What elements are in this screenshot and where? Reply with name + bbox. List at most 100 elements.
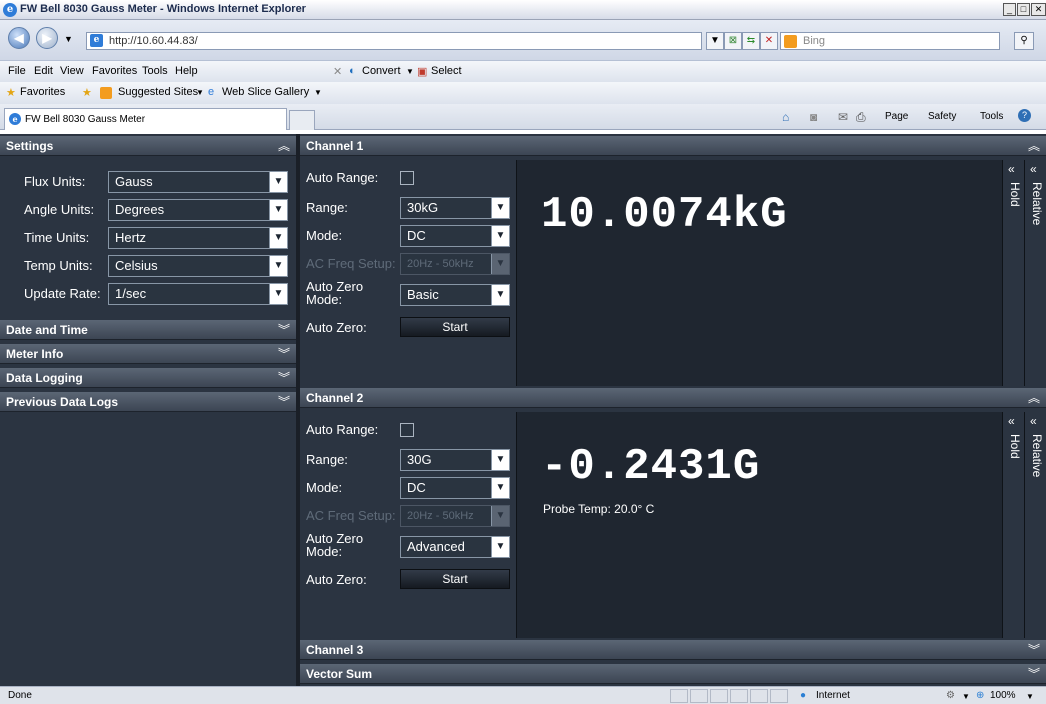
- auto-zero-start-button[interactable]: Start: [400, 569, 510, 589]
- convert-dropdown-icon[interactable]: ▼: [406, 67, 414, 76]
- mode-select[interactable]: DC ▼: [400, 477, 510, 499]
- expand-icon[interactable]: ︾: [278, 344, 290, 364]
- stop-icon[interactable]: ✕: [760, 32, 778, 50]
- menu-favorites[interactable]: Favorites: [92, 65, 137, 77]
- relative-tab[interactable]: « Relative: [1024, 412, 1046, 638]
- auto-zero-mode-select[interactable]: Advanced ▼: [400, 536, 510, 558]
- select-button[interactable]: Select: [431, 65, 462, 77]
- safety-menu[interactable]: Safety: [928, 111, 956, 122]
- search-input[interactable]: Bing: [780, 32, 1000, 50]
- menu-edit[interactable]: Edit: [34, 65, 53, 77]
- protected-dropdown-icon[interactable]: ▼: [962, 692, 970, 701]
- tab-gauss-meter[interactable]: e FW Bell 8030 Gauss Meter: [4, 108, 287, 130]
- zoom-dropdown-icon[interactable]: ▼: [1026, 692, 1034, 701]
- channel-3-header[interactable]: Channel 3 ︾: [300, 640, 1046, 660]
- hold-tab[interactable]: « Hold: [1002, 160, 1024, 386]
- collapse-icon[interactable]: ︽: [1028, 388, 1040, 408]
- menu-view[interactable]: View: [60, 65, 84, 77]
- relative-label: Relative: [1030, 182, 1044, 226]
- chevron-down-icon: ▼: [491, 226, 509, 246]
- feeds-icon[interactable]: ◙: [810, 110, 817, 124]
- search-icon[interactable]: ⚲: [1014, 32, 1034, 50]
- new-tab-button[interactable]: [289, 110, 315, 130]
- web-slice-dropdown-icon[interactable]: ▼: [314, 88, 322, 97]
- history-dropdown-icon[interactable]: ▼: [64, 34, 73, 44]
- relative-tab[interactable]: « Relative: [1024, 160, 1046, 386]
- zoom-level[interactable]: 100%: [990, 690, 1016, 701]
- range-select[interactable]: 30kG ▼: [400, 197, 510, 219]
- web-slice-gallery-link[interactable]: Web Slice Gallery: [222, 86, 309, 98]
- auto-range-label: Auto Range:: [306, 422, 379, 437]
- chevron-down-icon: ▼: [491, 478, 509, 498]
- menu-help[interactable]: Help: [175, 65, 198, 77]
- home-icon[interactable]: ⌂: [782, 110, 789, 124]
- refresh-icon[interactable]: ⇆: [742, 32, 760, 50]
- vector-sum-header[interactable]: Vector Sum ︾: [300, 664, 1046, 684]
- minimize-icon[interactable]: _: [1003, 3, 1016, 16]
- select-icon: ▣: [417, 66, 428, 78]
- expand-icon[interactable]: ︾: [1028, 664, 1040, 684]
- add-favorite-icon[interactable]: ★: [82, 86, 92, 99]
- auto-range-checkbox[interactable]: [400, 171, 414, 185]
- temp-units-select[interactable]: Celsius ▼: [108, 255, 288, 277]
- tools-menu[interactable]: Tools: [980, 111, 1003, 122]
- suggested-sites-link[interactable]: Suggested Sites: [118, 86, 198, 98]
- compat-view-icon[interactable]: ⊠: [724, 32, 742, 50]
- auto-range-checkbox[interactable]: [400, 423, 414, 437]
- mail-icon[interactable]: ✉: [838, 110, 848, 124]
- auto-zero-mode-select[interactable]: Basic ▼: [400, 284, 510, 306]
- update-rate-select[interactable]: 1/sec ▼: [108, 283, 288, 305]
- close-icon[interactable]: ✕: [1031, 3, 1046, 16]
- menu-tools[interactable]: Tools: [142, 65, 168, 77]
- range-select[interactable]: 30G ▼: [400, 449, 510, 471]
- channel-1-header[interactable]: Channel 1 ︽: [300, 136, 1046, 156]
- expand-left-icon: «: [1030, 414, 1037, 428]
- window-title-bar: e FW Bell 8030 Gauss Meter - Windows Int…: [0, 0, 1046, 20]
- channel-title: Channel 1: [306, 139, 364, 153]
- auto-zero-start-button[interactable]: Start: [400, 317, 510, 337]
- page-menu[interactable]: Page: [885, 111, 908, 122]
- protected-mode-icon[interactable]: ⚙: [946, 690, 955, 701]
- forward-button[interactable]: ▶: [36, 27, 58, 49]
- temp-units-value: Celsius: [115, 258, 158, 273]
- time-units-select[interactable]: Hertz ▼: [108, 227, 288, 249]
- favorites-button[interactable]: Favorites: [20, 86, 65, 98]
- angle-units-select[interactable]: Degrees ▼: [108, 199, 288, 221]
- data-logging-header[interactable]: Data Logging ︾: [0, 368, 296, 388]
- flux-units-select[interactable]: Gauss ▼: [108, 171, 288, 193]
- help-icon[interactable]: ?: [1018, 109, 1031, 122]
- back-button[interactable]: ◀: [8, 27, 30, 49]
- expand-icon[interactable]: ︾: [278, 320, 290, 340]
- url-input[interactable]: http://10.60.44.83/: [86, 32, 702, 50]
- hold-tab[interactable]: « Hold: [1002, 412, 1024, 638]
- flux-units-label: Flux Units:: [24, 174, 86, 189]
- collapse-icon[interactable]: ︽: [1028, 136, 1040, 156]
- range-value: 30kG: [407, 200, 439, 215]
- channel-1-reading: 10.0074kG: [541, 190, 788, 240]
- expand-icon[interactable]: ︾: [278, 368, 290, 388]
- range-value: 30G: [407, 452, 432, 467]
- angle-units-value: Degrees: [115, 202, 165, 217]
- expand-icon[interactable]: ︾: [1028, 640, 1040, 660]
- expand-icon[interactable]: ︾: [278, 392, 290, 412]
- close-toolbar-icon[interactable]: ✕: [333, 65, 342, 78]
- previous-logs-header[interactable]: Previous Data Logs ︾: [0, 392, 296, 412]
- settings-header[interactable]: Settings ︽: [0, 136, 296, 156]
- url-dropdown-icon[interactable]: ▼: [706, 32, 724, 50]
- channel-2-header[interactable]: Channel 2 ︽: [300, 388, 1046, 408]
- date-time-header[interactable]: Date and Time ︾: [0, 320, 296, 340]
- convert-button[interactable]: Convert: [362, 65, 401, 77]
- probe-temp: Probe Temp: 20.0° C: [543, 502, 655, 516]
- channel-title: Channel 3: [306, 643, 364, 657]
- time-units-value: Hertz: [115, 230, 147, 245]
- gauss-meter-app: Settings ︽ Flux Units: Gauss ▼ Angle Unit…: [0, 134, 1046, 686]
- maximize-icon[interactable]: □: [1017, 3, 1030, 16]
- menu-file[interactable]: File: [8, 65, 26, 77]
- ie-logo-icon: e: [3, 3, 17, 17]
- suggested-dropdown-icon[interactable]: ▼: [196, 88, 204, 97]
- mode-select[interactable]: DC ▼: [400, 225, 510, 247]
- meter-info-header[interactable]: Meter Info ︾: [0, 344, 296, 364]
- print-icon[interactable]: ⎙: [856, 110, 866, 125]
- collapse-icon[interactable]: ︽: [278, 136, 290, 156]
- auto-zero-mode-label: Auto Zero Mode:: [306, 279, 364, 307]
